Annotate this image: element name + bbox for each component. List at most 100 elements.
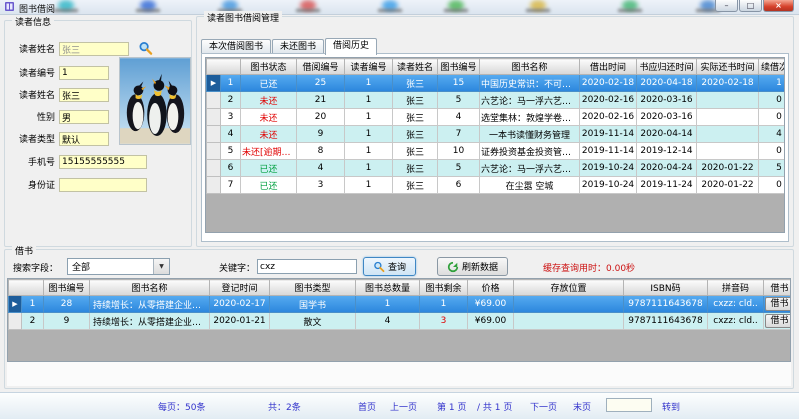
column-header[interactable]: 读者姓名 — [393, 59, 438, 75]
cell-status: 已还 — [241, 160, 297, 177]
toolbar-label-blur — [618, 9, 642, 12]
row-seq: 4 — [221, 126, 241, 143]
phone-field[interactable] — [59, 155, 147, 169]
cell-renew-count: 0 — [759, 177, 786, 194]
toolbar-label-blur — [136, 9, 160, 12]
chevron-down-icon[interactable]: ▼ — [153, 259, 169, 274]
reader-type-field[interactable] — [59, 132, 109, 146]
column-header[interactable]: 图书类型 — [270, 280, 356, 296]
maximize-icon[interactable]: □ — [739, 0, 762, 12]
toolbar-label-blur — [54, 9, 78, 12]
cell-return-time: 2020-01-22 — [697, 160, 759, 177]
reader-no-field[interactable] — [59, 66, 109, 80]
column-header[interactable]: 借书 — [764, 280, 792, 296]
column-header[interactable]: 借出时间 — [580, 59, 637, 75]
column-header[interactable]: ISBN码 — [624, 280, 708, 296]
tab-0[interactable]: 本次借阅图书 — [201, 39, 271, 54]
column-header[interactable]: 图书剩余 — [420, 280, 468, 296]
id-card-label: 身份证 — [11, 178, 55, 191]
row-indicator: ▶ — [9, 296, 22, 313]
search-field-label: 搜索字段： — [13, 261, 58, 277]
column-header[interactable]: 图书名称 — [90, 280, 210, 296]
cell-book-name: 六艺论：马一浮六艺学研究 — [480, 160, 580, 177]
cell-price: ¥69.00 — [468, 296, 514, 313]
refresh-data-button[interactable]: 刷新数据 — [437, 257, 508, 276]
table-row[interactable]: 5未还[逾期74天]81张三10证券投资基金投资管理学：证...2019-11-… — [207, 143, 786, 160]
cell-book-id: 10 — [438, 143, 480, 160]
cell-due-time: 2019-12-14 — [637, 143, 697, 160]
borrow-book-panel: 借书 搜索字段： 全部 ▼ 关键字： 查询 刷新数据 缓存查询用时：0.00秒 … — [4, 249, 794, 389]
column-header[interactable]: 实际还书时间 — [697, 59, 759, 75]
search-field-select[interactable]: 全部 ▼ — [67, 258, 170, 275]
reader-info-panel: 读者信息 读者姓名 读者编号 读者姓名 性别 读者类型 手机号 身份证 — [4, 20, 192, 247]
goto-page-link[interactable]: 转到 — [662, 400, 680, 413]
column-header[interactable]: 书应归还时间 — [637, 59, 697, 75]
row-seq: 2 — [22, 313, 44, 330]
column-header[interactable]: 存放位置 — [514, 280, 624, 296]
keyword-input[interactable] — [257, 259, 357, 274]
cell-renew-count: 0 — [759, 92, 786, 109]
cell-lend-time: 2019-11-14 — [580, 143, 637, 160]
cell-borrow-id: 20 — [297, 109, 345, 126]
last-page-link[interactable]: 末页 — [573, 400, 591, 413]
cell-reader-name: 张三 — [393, 143, 438, 160]
reader-name-search-label: 读者姓名 — [11, 42, 55, 55]
goto-page-input[interactable] — [606, 398, 652, 412]
column-header[interactable]: 读者编号 — [345, 59, 393, 75]
row-indicator — [207, 160, 221, 177]
cell-borrow-id: 9 — [297, 126, 345, 143]
table-row[interactable]: ▶128持续增长：从零搭建企业新媒体...2020-02-17国学书11¥69.… — [9, 296, 792, 313]
history-table: 图书状态借阅编号读者编号读者姓名图书编号图书名称借出时间书应归还时间实际还书时间… — [206, 58, 785, 194]
table-row[interactable]: 29持续增长：从零搭建企业新媒体...2020-01-21散文43¥69.009… — [9, 313, 792, 330]
column-header[interactable]: 图书总数量 — [356, 280, 420, 296]
reader-name-search-input[interactable] — [59, 42, 129, 56]
gender-field[interactable] — [59, 110, 109, 124]
table-row[interactable]: 4未还91张三7一本书读懂财务管理2019-11-142020-04-144 — [207, 126, 786, 143]
close-icon[interactable]: × — [763, 0, 794, 12]
cell-borrow-id: 25 — [297, 75, 345, 92]
tab-1[interactable]: 未还图书 — [272, 39, 324, 54]
table-row[interactable]: ▶1已还251张三15中国历史常识：不可不读的326...2020-02-182… — [207, 75, 786, 92]
cell-book-name: 选堂集林：敦煌学卷（套装上... — [480, 109, 580, 126]
field-row: 手机号 — [11, 155, 147, 171]
borrow-book-button[interactable]: 借书 — [765, 314, 791, 328]
first-page-link[interactable]: 首页 — [358, 400, 376, 413]
row-seq: 5 — [221, 143, 241, 160]
cell-return-time — [697, 109, 759, 126]
query-button[interactable]: 查询 — [363, 257, 416, 276]
cell-renew-count: 5 — [759, 160, 786, 177]
borrow-book-button[interactable]: 借书 — [765, 297, 791, 311]
column-header[interactable]: 图书名称 — [480, 59, 580, 75]
column-header[interactable]: 图书编号 — [438, 59, 480, 75]
cell-reader-id: 1 — [345, 92, 393, 109]
next-page-link[interactable]: 下一页 — [530, 400, 557, 413]
column-header[interactable]: 拼音码 — [708, 280, 764, 296]
column-header[interactable]: 登记时间 — [210, 280, 270, 296]
reader-search-row: 读者姓名 — [11, 42, 129, 58]
cell-book-name: 六艺论：马一浮六艺学研究 — [480, 92, 580, 109]
table-row[interactable]: 3未还201张三4选堂集林：敦煌学卷（套装上...2020-02-162020-… — [207, 109, 786, 126]
column-header[interactable]: 借阅编号 — [297, 59, 345, 75]
books-grid: 图书编号图书名称登记时间图书类型图书总数量图书剩余价格存放位置ISBN码拼音码借… — [7, 278, 791, 362]
borrow-management-title: 读者图书借阅管理 — [204, 11, 282, 24]
cell-pinyin: cxzz: cld.. — [708, 313, 764, 330]
cell-book-id: 15 — [438, 75, 480, 92]
column-header[interactable]: 续借次数 — [759, 59, 786, 75]
cell-reg-time: 2020-01-21 — [210, 313, 270, 330]
column-header[interactable]: 图书状态 — [241, 59, 297, 75]
cell-book-id: 5 — [438, 92, 480, 109]
tab-2[interactable]: 借阅历史 — [325, 38, 377, 55]
table-row[interactable]: 6已还41张三5六艺论：马一浮六艺学研究2019-10-242020-04-24… — [207, 160, 786, 177]
reader-name-field[interactable] — [59, 88, 109, 102]
table-row[interactable]: 7已还31张三6在尘嚣 空城2019-10-242019-11-242020-0… — [207, 177, 786, 194]
search-icon[interactable] — [137, 41, 153, 57]
cell-total: 4 — [356, 313, 420, 330]
id-card-field[interactable] — [59, 178, 147, 192]
table-row[interactable]: 2未还211张三5六艺论：马一浮六艺学研究2020-02-162020-03-1… — [207, 92, 786, 109]
minimize-icon[interactable]: – — [715, 0, 738, 12]
borrow-book-title: 借书 — [12, 244, 36, 257]
gender-label: 性别 — [11, 110, 55, 123]
prev-page-link[interactable]: 上一页 — [390, 400, 417, 413]
column-header[interactable]: 价格 — [468, 280, 514, 296]
column-header[interactable]: 图书编号 — [44, 280, 90, 296]
